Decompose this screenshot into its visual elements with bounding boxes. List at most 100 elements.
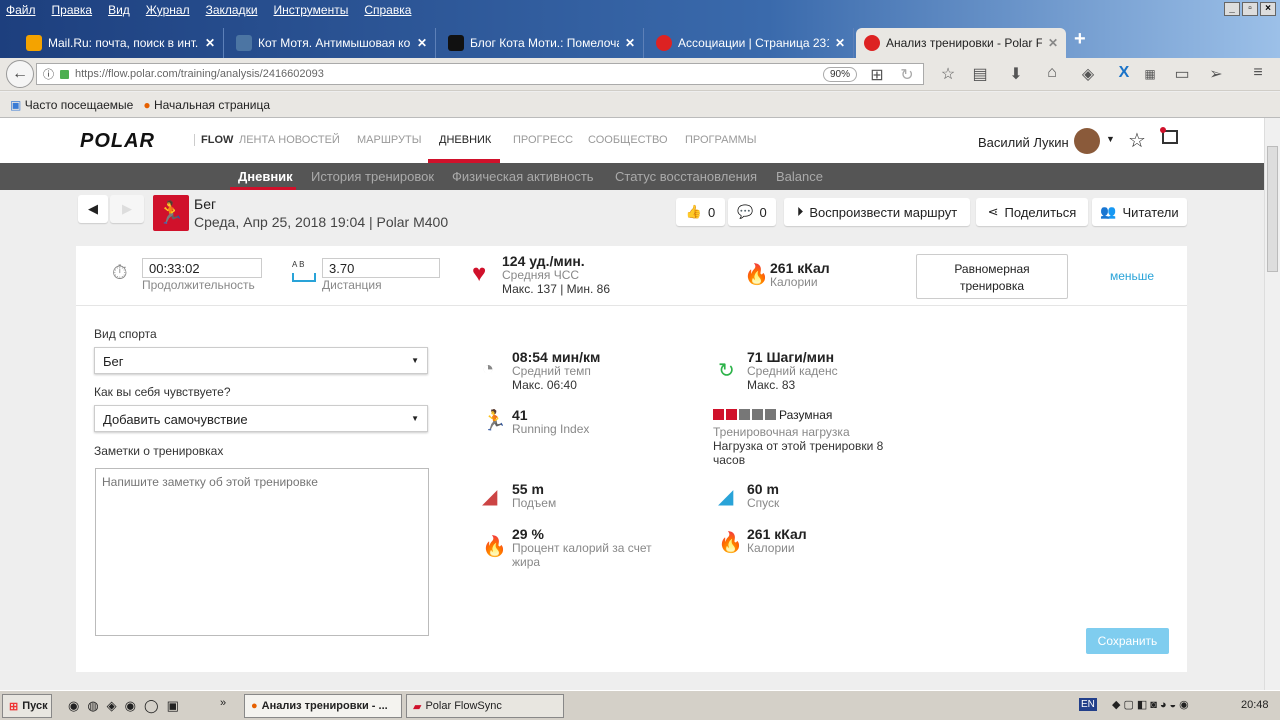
duration-field[interactable]: 00:33:02 xyxy=(142,258,262,278)
play-icon: ⏵ xyxy=(796,204,804,219)
training-load-bar xyxy=(713,409,776,420)
windows-taskbar: ⊞ Пуск ◉◍◈◉◯▣ » ● Анализ тренировки - ... … xyxy=(0,690,1280,720)
subnav-training-history[interactable]: История тренировок xyxy=(311,169,434,184)
zoom-level[interactable]: 90% xyxy=(822,67,857,82)
favorites-star-icon[interactable]: ☆ xyxy=(1128,128,1146,153)
tab-vk[interactable]: Кот Мотя. Антимышовая ко... ✕ xyxy=(228,28,436,58)
polar-top-nav: POLAR FLOW ЛЕНТА НОВОСТЕЙ МАРШРУТЫ ДНЕВН… xyxy=(0,118,1264,163)
mailru-icon xyxy=(26,35,42,51)
nav-progress[interactable]: ПРОГРЕСС xyxy=(513,134,573,146)
people-icon: 👥 xyxy=(1100,204,1117,219)
ab-label: A B xyxy=(292,260,305,269)
close-tab-icon[interactable]: ✕ xyxy=(835,36,845,50)
url-text[interactable]: https://flow.polar.com/training/analysis… xyxy=(75,68,324,80)
cadence-stat: 71 Шаги/мин Средний каденс Макс. 83 xyxy=(747,349,838,392)
save-button[interactable]: Сохранить xyxy=(1086,628,1169,654)
flame-icon: 🔥 xyxy=(482,536,507,558)
menu-edit[interactable]: Правка xyxy=(52,3,93,17)
close-tab-icon[interactable]: ✕ xyxy=(205,36,215,50)
bookmark-start-page[interactable]: ● Начальная страница xyxy=(143,98,270,112)
replay-route-button[interactable]: ⏵ Воспроизвести маршрут xyxy=(784,198,970,226)
close-tab-icon[interactable]: ✕ xyxy=(417,36,427,50)
send-icon[interactable]: ➢ xyxy=(1206,64,1226,84)
pace-stat: 08:54 мин/км Средний темп Макс. 06:40 xyxy=(512,349,601,392)
user-dropdown-icon[interactable]: ▼ xyxy=(1106,134,1115,144)
nav-programs[interactable]: ПРОГРАММЫ xyxy=(685,134,757,146)
menu-tools[interactable]: Инструменты xyxy=(274,3,349,17)
nav-community[interactable]: СООБЩЕСТВО xyxy=(588,134,668,146)
nav-news[interactable]: ЛЕНТА НОВОСТЕЙ xyxy=(239,134,340,146)
tab-mailru[interactable]: Mail.Ru: почта, поиск в инт... ✕ xyxy=(18,28,224,58)
home-icon[interactable]: ⌂ xyxy=(1042,64,1062,82)
bookmarks-list-icon[interactable]: ▤ xyxy=(970,64,990,84)
url-bar[interactable]: ⓘ https://flow.polar.com/training/analys… xyxy=(36,63,924,85)
like-button[interactable]: 👍 0 xyxy=(676,198,725,226)
user-name[interactable]: Василий Лукин xyxy=(978,135,1069,150)
training-type-button[interactable]: Равномерная тренировка xyxy=(916,254,1068,299)
polar-logo[interactable]: POLAR xyxy=(80,130,155,153)
download-icon[interactable]: ⬇ xyxy=(1006,64,1026,84)
ascent-stat: 55 m Подъем xyxy=(512,481,557,510)
share-button[interactable]: ⋖ Поделиться xyxy=(976,198,1088,226)
tab-associations[interactable]: Ассоциации | Страница 231... ✕ xyxy=(648,28,854,58)
back-button[interactable]: ← xyxy=(6,60,34,88)
avatar[interactable] xyxy=(1074,128,1100,154)
subnav-diary[interactable]: Дневник xyxy=(238,169,293,184)
reload-icon[interactable]: ↻ xyxy=(897,65,917,85)
nav-routes[interactable]: МАРШРУТЫ xyxy=(357,134,421,146)
tray-icons[interactable]: ◆▢◧◙◕◒◉ xyxy=(1112,698,1192,711)
notifications-icon[interactable] xyxy=(1160,127,1178,144)
comments-button[interactable]: 💬 0 xyxy=(728,198,776,226)
sport-select[interactable]: Бег xyxy=(94,347,428,374)
summary-row: ⏱ 00:33:02 Продолжительность A B 3.70 Ди… xyxy=(76,246,1187,306)
close-window-button[interactable]: × xyxy=(1260,2,1276,16)
next-session-button[interactable]: ▶ xyxy=(110,195,144,223)
info-icon[interactable]: ⓘ xyxy=(43,66,54,82)
menu-view[interactable]: Вид xyxy=(108,3,130,17)
start-button[interactable]: ⊞ Пуск xyxy=(2,694,52,718)
notes-textarea[interactable] xyxy=(95,468,429,636)
close-tab-icon[interactable]: ✕ xyxy=(625,36,635,50)
new-tab-button[interactable]: + xyxy=(1074,28,1086,51)
prev-session-button[interactable]: ◀ xyxy=(78,195,108,223)
menu-file[interactable]: Файл xyxy=(6,3,36,17)
menu-help[interactable]: Справка xyxy=(364,3,411,17)
close-tab-icon[interactable]: ✕ xyxy=(1048,36,1058,50)
taskbar-flowsync[interactable]: ▰ Polar FlowSync xyxy=(406,694,564,718)
taskbar-firefox[interactable]: ● Анализ тренировки - ... xyxy=(244,694,402,718)
distance-field[interactable]: 3.70 xyxy=(322,258,440,278)
restore-button[interactable]: ▫ xyxy=(1242,2,1258,16)
hamburger-menu-icon[interactable]: ≡ xyxy=(1248,64,1268,82)
uk-flag-icon[interactable]: ▦ xyxy=(1140,67,1160,81)
page-scrollbar[interactable] xyxy=(1264,118,1280,690)
subnav-recovery[interactable]: Статус восстановления xyxy=(615,169,757,184)
ascent-icon: ◢ xyxy=(482,486,498,508)
tab-polar-active[interactable]: Анализ тренировки - Polar F... ✕ xyxy=(856,28,1066,58)
running-index-stat: 41 Running Index xyxy=(512,407,590,436)
minimize-button[interactable]: _ xyxy=(1224,2,1240,16)
share-icon: ⋖ xyxy=(987,204,999,219)
less-link[interactable]: меньше xyxy=(1110,269,1154,283)
subnav-activity[interactable]: Физическая активность xyxy=(452,169,594,184)
menu-history[interactable]: Журнал xyxy=(146,3,190,17)
bookmark-star-icon[interactable]: ☆ xyxy=(938,64,958,84)
flame-icon: 🔥 xyxy=(718,532,743,554)
subnav-balance[interactable]: Balance xyxy=(776,169,823,184)
reader-grid-icon[interactable]: ⊞ xyxy=(867,65,887,85)
tab-blog[interactable]: Блог Кота Моти.: Помелоча... ✕ xyxy=(440,28,644,58)
screen-icon[interactable]: ▭ xyxy=(1172,64,1192,84)
x-extension-icon[interactable]: X xyxy=(1114,64,1134,82)
pocket-icon[interactable]: ◈ xyxy=(1078,64,1098,84)
bookmark-most-visited[interactable]: ▣ Часто посещаемые xyxy=(10,98,133,112)
more-quicklaunch[interactable]: » xyxy=(220,697,226,709)
feeling-select[interactable]: Добавить самочувствие xyxy=(94,405,428,432)
bookmarks-bar: ▣ Часто посещаемые ● Начальная страница xyxy=(0,92,1280,118)
nav-diary[interactable]: ДНЕВНИК xyxy=(439,134,491,146)
web-page: POLAR FLOW ЛЕНТА НОВОСТЕЙ МАРШРУТЫ ДНЕВН… xyxy=(0,118,1264,690)
menu-bookmarks[interactable]: Закладки xyxy=(206,3,258,17)
session-datetime: Среда, Апр 25, 2018 19:04 | Polar M400 xyxy=(194,214,449,230)
quick-launch-icons[interactable]: ◉◍◈◉◯▣ xyxy=(68,698,187,714)
readers-button[interactable]: 👥 Читатели xyxy=(1092,198,1187,226)
calories-detail-stat: 261 кКал Калории xyxy=(747,526,807,555)
language-indicator[interactable]: EN xyxy=(1079,698,1097,711)
